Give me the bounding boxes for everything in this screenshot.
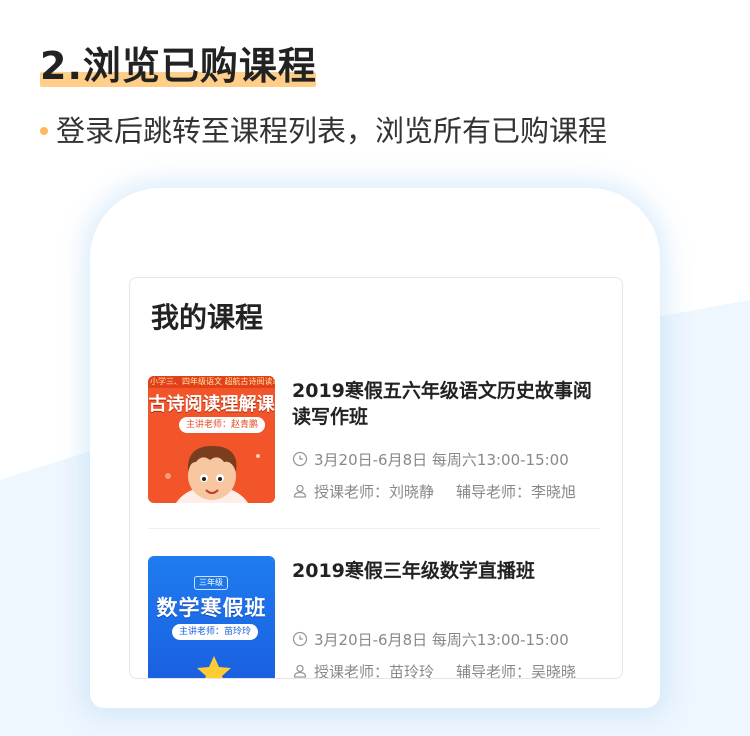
bullet-dot [40,127,48,135]
boy-illustration [165,446,260,503]
course-schedule: 3月20日-6月8日 每周六13:00-15:00 [292,449,569,469]
description: 登录后跳转至课程列表，浏览所有已购课程 [40,112,607,150]
star-icon [197,656,231,678]
schedule-text: 3月20日-6月8日 每周六13:00-15:00 [314,450,569,469]
course-item[interactable]: 小学三、四年级语文 超航古诗阅读寒假班 古诗阅读理解课 主讲老师：赵青鹏 201… [148,376,604,516]
user-icon [293,664,307,678]
teacher-text: 授课老师：刘晓静 [314,482,435,501]
course-title[interactable]: 2019寒假三年级数学直播班 [292,558,602,584]
my-courses-card: 我的课程 小学三、四年级语文 超航古诗阅读寒假班 古诗阅读理解课 主讲老师：赵青… [129,277,623,679]
clock-icon [292,631,308,647]
assistant-text: 辅导老师：吴晓晓 [456,662,577,679]
divider [148,528,600,529]
course-teachers: 授课老师：苗玲玲 辅导老师：吴晓晓 [292,661,577,679]
course-thumbnail[interactable]: 三年级 数学寒假班 主讲老师：苗玲玲 [148,556,275,678]
course-teachers: 授课老师：刘晓静 辅导老师：李晓旭 [292,481,576,501]
course-thumbnail[interactable]: 小学三、四年级语文 超航古诗阅读寒假班 古诗阅读理解课 主讲老师：赵青鹏 [148,376,275,503]
course-schedule: 3月20日-6月8日 每周六13:00-15:00 [292,629,569,649]
clock-icon [292,451,308,467]
assistant-text: 辅导老师：李晓旭 [456,482,577,501]
schedule-text: 3月20日-6月8日 每周六13:00-15:00 [314,630,569,649]
user-icon [293,484,307,498]
page-title: 2.浏览已购课程 [40,44,317,88]
description-text: 登录后跳转至课程列表，浏览所有已购课程 [56,114,608,148]
card-title: 我的课程 [151,301,264,334]
course-title[interactable]: 2019寒假五六年级语文历史故事阅读写作班 [292,378,602,430]
teacher-text: 授课老师：苗玲玲 [314,662,435,679]
course-item[interactable]: 三年级 数学寒假班 主讲老师：苗玲玲 2019寒假三年级数学直播班 3月20日-… [148,556,604,679]
section-heading: 2.浏览已购课程 [40,44,317,88]
